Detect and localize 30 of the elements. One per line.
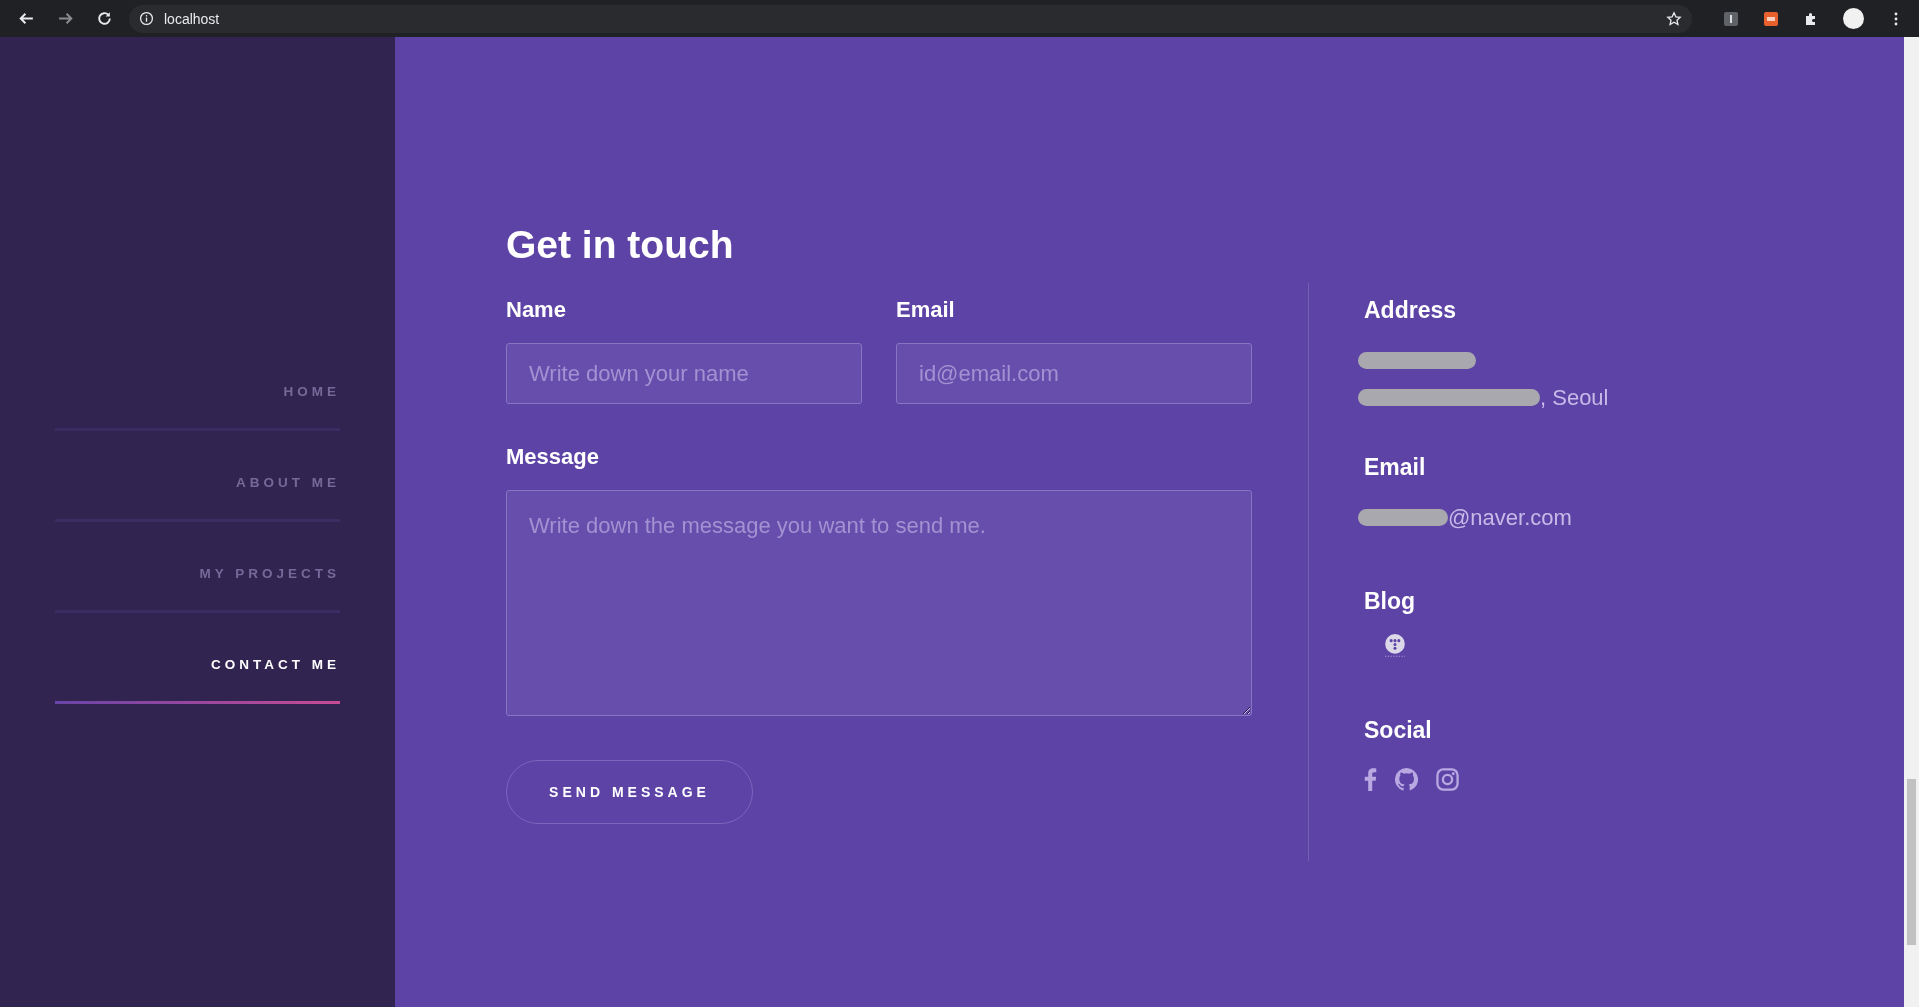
github-icon[interactable] xyxy=(1395,768,1418,791)
forward-icon[interactable] xyxy=(57,10,74,27)
field-label: Name xyxy=(506,297,567,323)
info-heading: Email xyxy=(1364,454,1427,481)
section-title: Get in touch xyxy=(506,223,735,267)
message-field[interactable]: Write down the message you want to send me. xyxy=(506,490,1252,716)
scrollbar-thumb[interactable] xyxy=(1907,779,1916,945)
instagram-icon[interactable] xyxy=(1436,768,1459,791)
scrollbar[interactable] xyxy=(1904,37,1919,1007)
back-icon[interactable] xyxy=(18,10,35,27)
info-heading: Social xyxy=(1364,717,1433,744)
url-text: localhost xyxy=(164,10,221,27)
nav-link[interactable]: CONTACT ME xyxy=(55,613,340,704)
email-text: @naver.com xyxy=(1448,504,1572,531)
info-heading: Blog xyxy=(1364,588,1417,615)
field-label: Message xyxy=(506,444,600,470)
facebook-icon[interactable] xyxy=(1364,768,1377,791)
field-label: Email xyxy=(896,297,956,323)
blog-icon[interactable] xyxy=(1384,633,1406,657)
reload-icon[interactable] xyxy=(96,10,113,27)
info-heading: Address xyxy=(1364,297,1458,324)
extension-icon[interactable] xyxy=(1763,10,1779,27)
address-text: , Seoul xyxy=(1540,384,1609,411)
info-icon[interactable] xyxy=(139,11,154,26)
input-field[interactable]: Write down your name xyxy=(506,343,862,404)
profile-avatar-icon[interactable] xyxy=(1843,8,1864,29)
extension-icon[interactable] xyxy=(1723,10,1739,27)
bookmark-star-icon[interactable] xyxy=(1666,10,1682,27)
input-field[interactable]: id@email.com xyxy=(896,343,1252,404)
address-bar[interactable]: localhost xyxy=(129,4,1692,33)
